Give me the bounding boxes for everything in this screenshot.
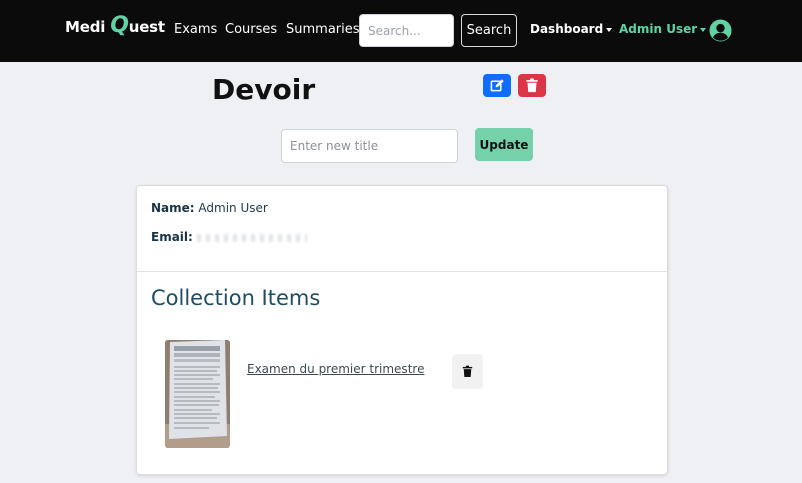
brand-text-rest: uest [128, 18, 165, 36]
update-title-button[interactable]: Update [475, 128, 533, 161]
user-avatar-icon[interactable] [709, 19, 732, 42]
chevron-down-icon [606, 27, 613, 32]
collection-items-title: Collection Items [151, 286, 321, 310]
item-thumbnail[interactable] [165, 340, 230, 448]
dashboard-dropdown-label: Dashboard [530, 22, 604, 36]
trash-icon [526, 78, 538, 93]
collection-card: Name: Admin User Email: Collection Items [136, 185, 668, 475]
email-value-redacted [196, 233, 307, 242]
brand-text-first: Medi [65, 18, 106, 36]
brand-logo[interactable]: Medi Quest [65, 15, 165, 37]
page-title: Devoir [212, 73, 316, 106]
dashboard-dropdown[interactable]: Dashboard [530, 22, 613, 36]
owner-name-row: Name: Admin User [151, 201, 268, 215]
user-dropdown-label: Admin User [619, 22, 698, 36]
edit-title-button[interactable] [483, 74, 511, 97]
owner-email-row: Email: [151, 230, 307, 244]
item-link[interactable]: Examen du premier trimestre [247, 362, 424, 376]
chevron-down-icon [700, 27, 707, 32]
name-label: Name: [151, 201, 195, 215]
name-value: Admin User [198, 201, 268, 215]
brand-text-q: Q [110, 13, 129, 38]
trash-icon [462, 365, 473, 377]
card-divider [137, 271, 667, 272]
search-input[interactable] [359, 14, 454, 47]
nav-link-summaries[interactable]: Summaries [286, 22, 360, 37]
new-title-input[interactable] [281, 129, 458, 163]
edit-icon [490, 79, 504, 92]
navbar: Medi Quest Exams Courses Summaries Searc… [0, 0, 802, 62]
search-button[interactable]: Search [461, 14, 517, 47]
nav-link-courses[interactable]: Courses [225, 22, 277, 37]
email-label: Email: [151, 230, 193, 244]
delete-collection-button[interactable] [518, 74, 546, 97]
document-photo-thumbnail [165, 340, 230, 448]
user-dropdown[interactable]: Admin User [619, 22, 707, 36]
remove-item-button[interactable] [452, 354, 483, 389]
nav-link-exams[interactable]: Exams [174, 22, 217, 37]
